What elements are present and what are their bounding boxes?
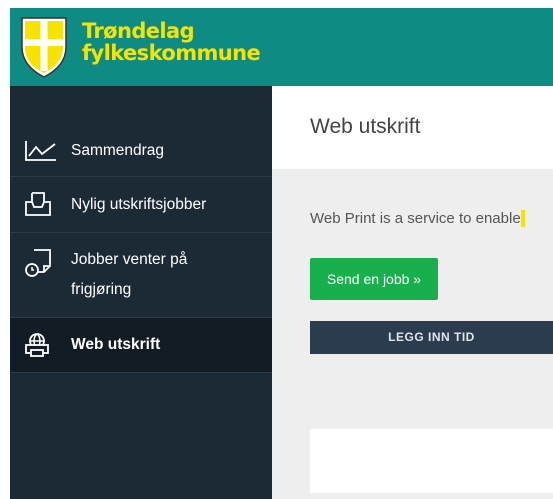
content-panel	[310, 429, 553, 493]
main-content: Web utskrift Web Print is a service to e…	[272, 86, 553, 499]
coat-of-arms-logo	[21, 17, 67, 78]
document-clock-icon	[24, 248, 54, 283]
sidebar-item-sammendrag[interactable]: Sammendrag	[10, 124, 272, 177]
page-title: Web utskrift	[310, 115, 421, 138]
sidebar-item-pending-release[interactable]: Jobber venter på frigjøring	[10, 233, 272, 318]
brand-name: Trøndelag fylkeskommune	[82, 19, 261, 65]
sidebar-item-label: Web utskrift	[71, 336, 161, 353]
sidebar-item-label-line-2: frigjøring	[71, 281, 132, 298]
intro-text-content: Web Print is a service to enable	[310, 210, 521, 227]
sidebar-item-web-print[interactable]: Web utskrift	[10, 318, 272, 373]
tab-bar: LEGG INN TID	[310, 321, 553, 354]
sidebar-item-label-line-1: Jobber venter på	[71, 251, 188, 268]
page-title-bar: Web utskrift	[272, 86, 553, 169]
text-highlight	[520, 210, 525, 227]
tab-add-time[interactable]: LEGG INN TID	[310, 321, 553, 354]
brand-line-2: fylkeskommune	[82, 41, 261, 65]
printer-tray-icon	[24, 191, 52, 222]
intro-text: Web Print is a service to enable	[310, 210, 525, 227]
sidebar-item-label: Nylig utskriftsjobber	[71, 196, 207, 213]
brand-line-1: Trøndelag	[82, 19, 195, 43]
app-header: Trøndelag fylkeskommune	[10, 8, 553, 86]
sidebar-item-recent-jobs[interactable]: Nylig utskriftsjobber	[10, 177, 272, 233]
send-job-button[interactable]: Send en jobb »	[310, 258, 438, 300]
sidebar-item-label: Sammendrag	[71, 142, 165, 159]
printer-globe-icon	[24, 332, 50, 363]
sidebar: Sammendrag Nylig utskriftsjobber Jobber …	[10, 86, 272, 499]
line-chart-icon	[24, 139, 58, 168]
